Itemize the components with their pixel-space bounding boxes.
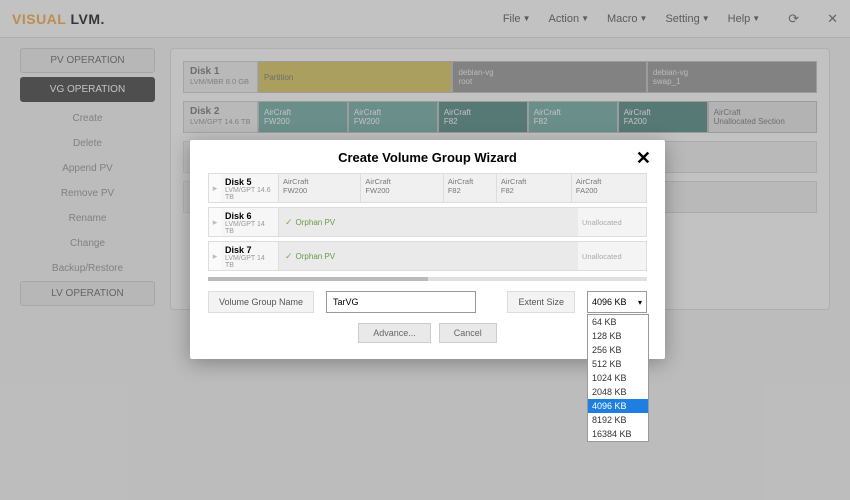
extent-option[interactable]: 16384 KB [588, 427, 648, 441]
extent-size-select[interactable]: 4096 KB ▾ 64 KB 128 KB 256 KB 512 KB 102… [587, 291, 647, 313]
form-row: Volume Group Name Extent Size 4096 KB ▾ … [208, 291, 647, 313]
disk5-cell-0[interactable]: AirCraftFW200 [279, 174, 361, 202]
modal-disk5: ▸ Disk 5 LVM/GPT 14.6 TB AirCraftFW200 A… [208, 173, 647, 203]
extent-value: 4096 KB [592, 297, 627, 307]
modal-button-row: Advance... Cancel [208, 323, 647, 343]
disk5-cell-4[interactable]: AirCraftFA200 [572, 174, 646, 202]
chevron-down-icon: ▾ [638, 298, 642, 307]
disk5-cell-2[interactable]: AirCraftF82 [444, 174, 497, 202]
expander-icon[interactable]: ▸ [209, 174, 221, 202]
expander-icon[interactable]: ▸ [209, 242, 221, 270]
disk5-cell-1[interactable]: AirCraftFW200 [361, 174, 443, 202]
extent-option[interactable]: 128 KB [588, 329, 648, 343]
disk5-cell-3[interactable]: AirCraftF82 [497, 174, 572, 202]
disk5-header[interactable]: Disk 5 LVM/GPT 14.6 TB [221, 174, 279, 202]
modal-disk7: ▸ Disk 7 LVM/GPT 14 TB Orphan PV Unalloc… [208, 241, 647, 271]
disk6-header[interactable]: Disk 6 LVM/GPT 14 TB [221, 208, 279, 236]
create-vg-wizard: ✕ Create Volume Group Wizard ▸ Disk 5 LV… [190, 140, 665, 359]
disk6-unalloc: Unallocated [578, 208, 646, 236]
extent-option-selected[interactable]: 4096 KB [588, 399, 648, 413]
extent-option[interactable]: 64 KB [588, 315, 648, 329]
modal-title: Create Volume Group Wizard [208, 150, 647, 165]
cancel-button[interactable]: Cancel [439, 323, 497, 343]
extent-label: Extent Size [507, 291, 575, 313]
vgname-input[interactable] [326, 291, 476, 313]
modal-close-button[interactable]: ✕ [636, 148, 651, 169]
disk6-orphan-pv[interactable]: Orphan PV [279, 208, 578, 236]
extent-option[interactable]: 2048 KB [588, 385, 648, 399]
extent-option[interactable]: 256 KB [588, 343, 648, 357]
vgname-label: Volume Group Name [208, 291, 314, 313]
extent-option[interactable]: 1024 KB [588, 371, 648, 385]
extent-option[interactable]: 8192 KB [588, 413, 648, 427]
disk7-unalloc: Unallocated [578, 242, 646, 270]
disk7-orphan-pv[interactable]: Orphan PV [279, 242, 578, 270]
extent-option[interactable]: 512 KB [588, 357, 648, 371]
modal-disk6: ▸ Disk 6 LVM/GPT 14 TB Orphan PV Unalloc… [208, 207, 647, 237]
advance-button[interactable]: Advance... [358, 323, 431, 343]
disk7-header[interactable]: Disk 7 LVM/GPT 14 TB [221, 242, 279, 270]
modal-scrollbar[interactable] [208, 277, 647, 281]
expander-icon[interactable]: ▸ [209, 208, 221, 236]
extent-dropdown: 64 KB 128 KB 256 KB 512 KB 1024 KB 2048 … [587, 314, 649, 442]
